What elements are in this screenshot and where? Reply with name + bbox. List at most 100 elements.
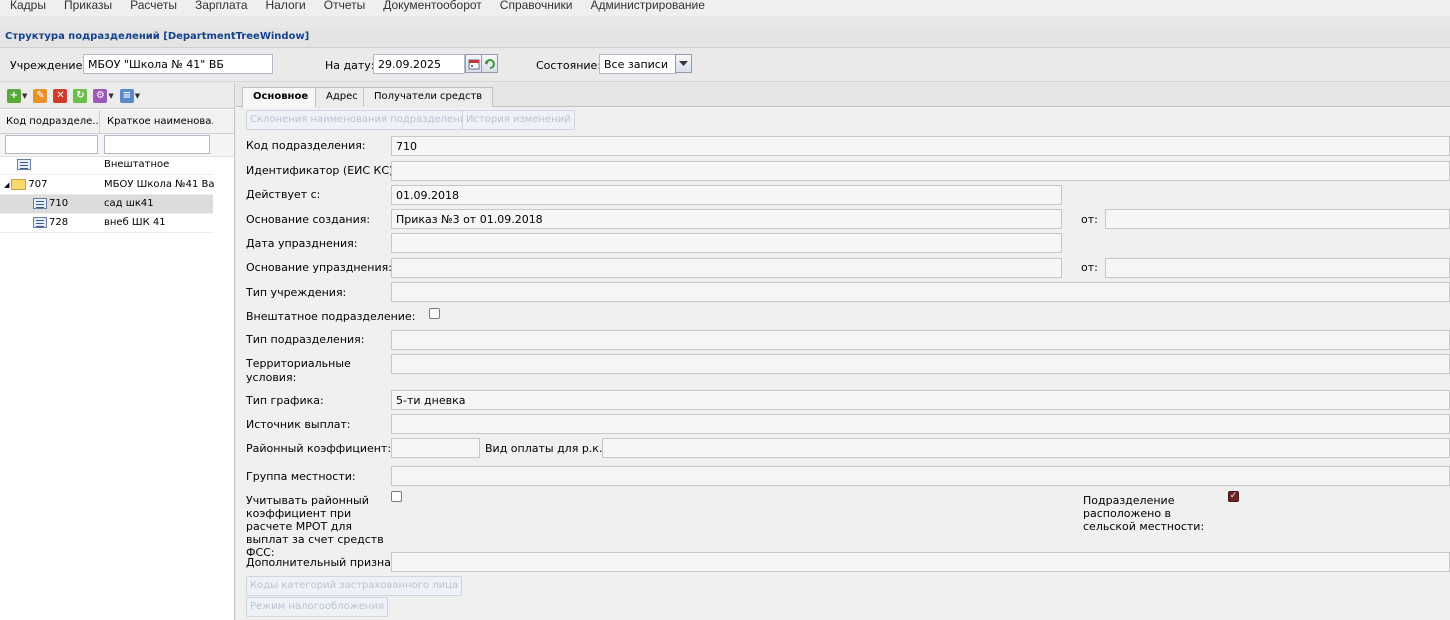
refresh-icon: ↻ — [73, 88, 88, 103]
menu-item-administration[interactable]: Администрирование — [582, 0, 714, 11]
abolish-from-field[interactable] — [1105, 258, 1450, 278]
gear-icon: ⚙ — [93, 88, 108, 103]
menu-item-otchety[interactable]: Отчеты — [315, 0, 374, 11]
extra-staff-checkbox[interactable] — [429, 308, 440, 319]
abolish-basis-field[interactable] — [391, 258, 1062, 278]
dept-type-field[interactable] — [391, 330, 1450, 350]
department-tree-panel: + ▼ ✎ ✕ ↻ ⚙ ▼ ≡ ▼ Код подразделе... Краткое… — [0, 83, 235, 620]
id-label: Идентификатор (ЕИС КС): — [246, 164, 398, 177]
tree-row-code — [17, 159, 33, 170]
abolish-date-label: Дата упразднения: — [246, 237, 358, 250]
refresh-button[interactable]: ↻ — [73, 88, 88, 103]
node-icon — [33, 198, 47, 209]
extra-attr-field[interactable] — [391, 552, 1450, 572]
institution-field[interactable]: МБОУ "Школа № 41" ВБ — [83, 54, 273, 74]
basis-label: Основание создания: — [246, 213, 371, 226]
id-field[interactable] — [391, 161, 1450, 181]
basis-from-field[interactable] — [1105, 209, 1450, 229]
column-header-code[interactable]: Код подразделе... — [0, 110, 100, 134]
menu-item-raschety[interactable]: Расчеты — [121, 0, 186, 11]
tree-row-selected[interactable]: 710 сад шк41 — [0, 195, 213, 214]
pay-kind-field[interactable] — [602, 438, 1450, 458]
tree-row-name: внеб ШК 41 — [104, 217, 166, 228]
tab-recipients[interactable]: Получатели средств — [363, 87, 494, 107]
rural-checkbox[interactable]: ✓ — [1228, 491, 1239, 502]
code-field[interactable]: 710 — [391, 136, 1450, 156]
add-icon: + — [7, 88, 21, 103]
pay-source-field[interactable] — [391, 414, 1450, 434]
district-coef-field[interactable] — [391, 438, 480, 458]
tree-row-code: ◢ 707 — [4, 179, 48, 190]
add-button[interactable]: + ▼ — [7, 88, 27, 103]
menu-item-zarplata[interactable]: Зарплата — [186, 0, 257, 11]
department-form-panel: Основное Адрес Получатели средств Склоне… — [236, 83, 1450, 620]
state-select[interactable]: Все записи — [599, 54, 677, 74]
menu-item-kadry[interactable]: Кадры — [0, 0, 55, 11]
actions-button[interactable]: ⚙ ▼ — [93, 88, 114, 103]
node-icon — [17, 159, 31, 170]
schedule-field[interactable]: 5-ти дневка — [391, 390, 1450, 410]
edit-button[interactable]: ✎ — [33, 88, 48, 103]
tab-main[interactable]: Основное — [242, 87, 320, 108]
locality-group-field[interactable] — [391, 466, 1450, 486]
territorial-field[interactable] — [391, 354, 1450, 374]
basis-from-label: от: — [1081, 213, 1098, 226]
institution-label: Учреждение: — [10, 59, 87, 72]
territorial-label: Территориальные условия: — [246, 357, 351, 384]
declension-button[interactable]: Склонения наименования подразделения — [246, 110, 477, 130]
column-header-short-name[interactable]: Краткое наименова... — [101, 110, 213, 134]
extra-attr-label: Дополнительный признак: — [246, 556, 402, 569]
history-button[interactable]: История изменений — [462, 110, 575, 130]
district-coef-label: Районный коэффициент: — [246, 442, 392, 455]
tree-row[interactable]: Внештатное — [0, 156, 213, 175]
valid-from-field[interactable]: 01.09.2018 — [391, 185, 1062, 205]
date-label: На дату: — [325, 59, 375, 72]
tax-mode-button[interactable]: Режим налогообложения — [246, 597, 388, 617]
menu-item-references[interactable]: Справочники — [491, 0, 582, 11]
mrot-checkbox[interactable] — [391, 491, 402, 502]
calendar-icon[interactable] — [465, 54, 482, 73]
rural-label: Подразделение расположено в сельской мес… — [1083, 494, 1205, 533]
tab-strip: Основное Адрес Получатели средств — [236, 83, 1450, 108]
state-label: Состояние: — [536, 59, 602, 72]
valid-from-label: Действует с: — [246, 188, 321, 201]
chevron-down-icon[interactable] — [675, 54, 692, 73]
delete-button[interactable]: ✕ — [53, 88, 68, 103]
abolish-from-label: от: — [1081, 261, 1098, 274]
tree-row[interactable]: 728 внеб ШК 41 — [0, 214, 213, 233]
basis-field[interactable]: Приказ №3 от 01.09.2018 — [391, 209, 1062, 229]
inst-type-field[interactable] — [391, 282, 1450, 302]
inst-type-label: Тип учреждения: — [246, 286, 347, 299]
refresh-date-icon[interactable] — [481, 54, 498, 73]
abolish-date-field[interactable] — [391, 233, 1062, 253]
extra-staff-label: Внештатное подразделение: — [246, 310, 416, 323]
tree-filter-row — [0, 134, 234, 157]
mrot-label: Учитывать районный коэффициент при расче… — [246, 494, 384, 559]
tree-row[interactable]: ◢ 707 МБОУ Школа №41 Вах — [0, 176, 214, 195]
expand-arrow-icon[interactable]: ◢ — [4, 181, 9, 189]
menu-item-prikazy[interactable]: Приказы — [55, 0, 121, 11]
name-filter-input[interactable] — [104, 135, 210, 154]
folder-icon — [11, 179, 27, 190]
menu-item-nalogi[interactable]: Налоги — [257, 0, 315, 11]
filter-bar: Учреждение: МБОУ "Школа № 41" ВБ На дату… — [0, 50, 1450, 82]
print-button[interactable]: ≡ ▼ — [119, 88, 140, 103]
code-filter-input[interactable] — [5, 135, 98, 154]
tree-row-name: МБОУ Школа №41 Вах — [104, 179, 214, 190]
code-label: Код подразделения: — [246, 139, 366, 152]
date-field[interactable]: 29.09.2025 — [373, 54, 465, 74]
insured-codes-button[interactable]: Коды категорий застрахованного лица — [246, 576, 463, 596]
print-icon: ≡ — [119, 88, 134, 103]
dept-type-label: Тип подразделения: — [246, 333, 365, 346]
menu-item-documents[interactable]: Документооборот — [374, 0, 491, 11]
schedule-label: Тип графика: — [246, 394, 324, 407]
edit-icon: ✎ — [33, 88, 48, 103]
window-title: Структура подразделений [DepartmentTreeW… — [0, 28, 1450, 48]
tree-row-code: 728 — [33, 217, 68, 228]
tree-row-code: 710 — [33, 198, 68, 209]
tree-row-name: сад шк41 — [104, 198, 154, 209]
pay-source-label: Источник выплат: — [246, 418, 351, 431]
tree-row-name: Внештатное — [104, 159, 170, 170]
tab-address[interactable]: Адрес — [315, 87, 369, 107]
locality-group-label: Группа местности: — [246, 470, 356, 483]
